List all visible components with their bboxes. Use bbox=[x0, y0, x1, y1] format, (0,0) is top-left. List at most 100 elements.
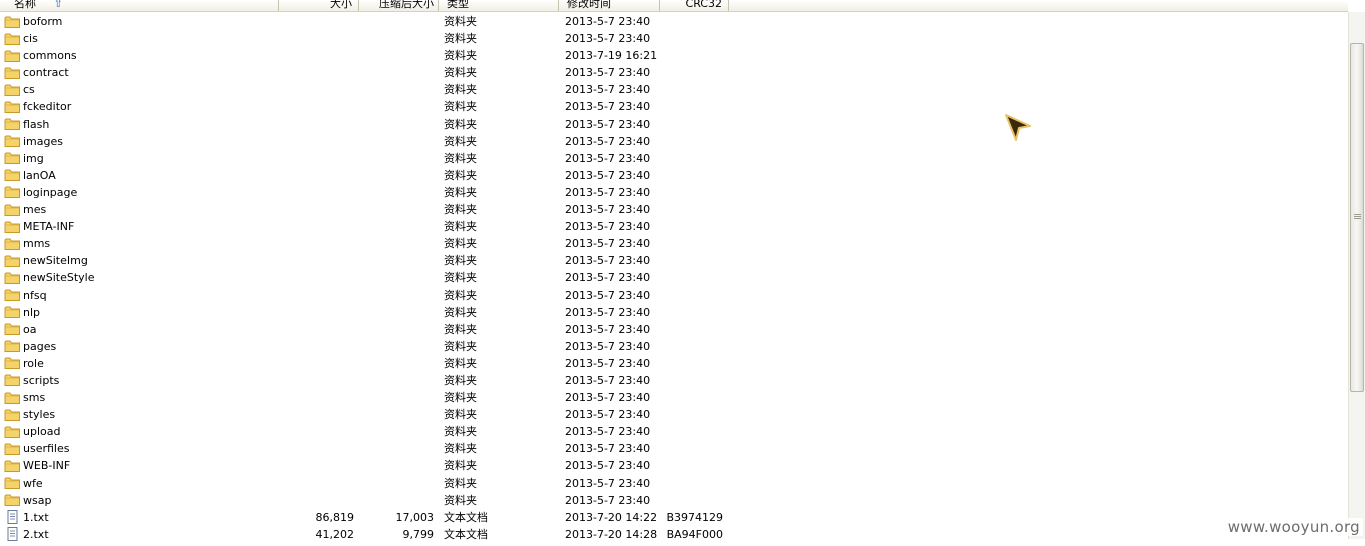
file-list-row[interactable]: images 资料夹 2013-5-7 23:40 bbox=[0, 133, 1348, 150]
row-name-cell: contract bbox=[4, 64, 69, 81]
row-name: pages bbox=[23, 339, 57, 353]
row-name: oa bbox=[23, 322, 37, 336]
column-header-size[interactable]: 大小 bbox=[279, 0, 359, 11]
file-list-row[interactable]: META-INF 资料夹 2013-5-7 23:40 bbox=[0, 218, 1348, 235]
file-list-row[interactable]: upload 资料夹 2013-5-7 23:40 bbox=[0, 423, 1348, 440]
file-list-row[interactable]: 1.txt 86,819 17,003 文本文档 2013-7-20 14:22 B397… bbox=[0, 509, 1348, 526]
file-list-row[interactable]: wsap 资料夹 2013-5-7 23:40 bbox=[0, 492, 1348, 509]
column-header-crc32[interactable]: CRC32 bbox=[660, 0, 729, 11]
row-type: 文本文档 bbox=[444, 527, 488, 541]
file-list-row[interactable]: WEB-INF 资料夹 2013-5-7 23:40 bbox=[0, 457, 1348, 474]
folder-icon bbox=[4, 373, 21, 387]
row-name: mms bbox=[23, 237, 51, 251]
file-list-row[interactable]: nfsq 资料夹 2013-5-7 23:40 bbox=[0, 287, 1348, 304]
row-name-cell: cs bbox=[4, 81, 35, 98]
row-name-cell: newSiteImg bbox=[4, 252, 88, 269]
column-header-modified[interactable]: 修改时间 bbox=[559, 0, 660, 11]
row-name: loginpage bbox=[23, 185, 78, 199]
row-modified: 2013-7-20 14:22 bbox=[565, 510, 658, 524]
row-name-cell: 1.txt bbox=[4, 509, 49, 526]
row-name-cell: oa bbox=[4, 321, 36, 338]
folder-icon bbox=[4, 408, 21, 422]
file-list-row[interactable]: newSiteImg 资料夹 2013-5-7 23:40 bbox=[0, 252, 1348, 269]
file-list-row[interactable]: nlp 资料夹 2013-5-7 23:40 bbox=[0, 304, 1348, 321]
row-modified: 2013-5-7 23:40 bbox=[565, 373, 651, 387]
file-list-row[interactable]: mes 资料夹 2013-5-7 23:40 bbox=[0, 201, 1348, 218]
folder-icon bbox=[4, 305, 21, 319]
folder-icon bbox=[4, 237, 21, 251]
row-modified: 2013-5-7 23:40 bbox=[565, 15, 651, 28]
row-modified: 2013-5-7 23:40 bbox=[565, 66, 651, 80]
row-name-cell: WEB-INF bbox=[4, 457, 70, 474]
folder-icon bbox=[4, 134, 21, 148]
file-list-row[interactable]: sms 资料夹 2013-5-7 23:40 bbox=[0, 389, 1348, 406]
row-name: cis bbox=[23, 32, 38, 46]
row-name-cell: newSiteStyle bbox=[4, 269, 94, 286]
sort-ascending-icon: ⇧ bbox=[53, 0, 63, 10]
file-list-row[interactable]: scripts 资料夹 2013-5-7 23:40 bbox=[0, 372, 1348, 389]
row-name-cell: nlp bbox=[4, 304, 40, 321]
column-header-type[interactable]: 类型 bbox=[439, 0, 559, 11]
row-name: 1.txt bbox=[23, 510, 49, 524]
file-list-row[interactable]: role 资料夹 2013-5-7 23:40 bbox=[0, 355, 1348, 372]
file-list-row[interactable]: contract 资料夹 2013-5-7 23:40 bbox=[0, 64, 1348, 81]
row-modified: 2013-5-7 23:40 bbox=[565, 408, 651, 422]
file-list-row[interactable]: boform 资料夹 2013-5-7 23:40 bbox=[0, 13, 1348, 30]
row-type: 资料夹 bbox=[444, 220, 477, 234]
file-list-row[interactable]: fckeditor 资料夹 2013-5-7 23:40 bbox=[0, 98, 1348, 115]
file-list-row[interactable]: commons 资料夹 2013-7-19 16:21 bbox=[0, 47, 1348, 64]
vertical-scrollbar[interactable] bbox=[1348, 12, 1365, 539]
file-list-row[interactable]: 2.txt 41,202 9,799 文本文档 2013-7-20 14:28 BA94F… bbox=[0, 526, 1348, 543]
text-file-icon bbox=[4, 510, 21, 525]
row-name: nlp bbox=[23, 305, 41, 319]
row-name: 2.txt bbox=[23, 527, 49, 541]
row-name: sms bbox=[23, 391, 46, 405]
row-type: 资料夹 bbox=[444, 32, 477, 46]
row-type: 资料夹 bbox=[444, 425, 477, 439]
row-name: fckeditor bbox=[23, 100, 72, 114]
row-name: newSiteStyle bbox=[23, 271, 95, 285]
file-list-row[interactable]: userfiles 资料夹 2013-5-7 23:40 bbox=[0, 440, 1348, 457]
folder-icon bbox=[4, 425, 21, 439]
file-list-row[interactable]: img 资料夹 2013-5-7 23:40 bbox=[0, 150, 1348, 167]
row-packed-size: 17,003 bbox=[395, 510, 435, 524]
folder-icon bbox=[4, 476, 21, 490]
row-name: META-INF bbox=[23, 220, 75, 234]
row-modified: 2013-7-20 14:28 bbox=[565, 527, 658, 541]
folder-icon bbox=[4, 185, 21, 199]
file-list-row[interactable]: styles 资料夹 2013-5-7 23:40 bbox=[0, 406, 1348, 423]
folder-icon bbox=[4, 288, 21, 302]
file-list-row[interactable]: newSiteStyle 资料夹 2013-5-7 23:40 bbox=[0, 269, 1348, 286]
folder-icon bbox=[4, 339, 21, 353]
row-modified: 2013-5-7 23:40 bbox=[565, 185, 651, 199]
row-type: 资料夹 bbox=[444, 100, 477, 114]
row-packed-size: 9,799 bbox=[402, 527, 435, 541]
row-modified: 2013-7-19 16:21 bbox=[565, 49, 658, 63]
row-type: 资料夹 bbox=[444, 15, 477, 28]
file-list-row[interactable]: flash 资料夹 2013-5-7 23:40 bbox=[0, 116, 1348, 133]
row-name: img bbox=[23, 151, 44, 165]
column-header-name[interactable]: 名称 ⇧ bbox=[0, 0, 279, 11]
file-list-row[interactable]: mms 资料夹 2013-5-7 23:40 bbox=[0, 235, 1348, 252]
file-list-row[interactable]: loginpage 资料夹 2013-5-7 23:40 bbox=[0, 184, 1348, 201]
row-name: wsap bbox=[23, 493, 52, 507]
folder-icon bbox=[4, 271, 21, 285]
row-type: 资料夹 bbox=[444, 254, 477, 268]
row-type: 资料夹 bbox=[444, 83, 477, 97]
row-type: 资料夹 bbox=[444, 134, 477, 148]
row-name: styles bbox=[23, 408, 56, 422]
folder-icon bbox=[4, 391, 21, 405]
row-name-cell: sms bbox=[4, 389, 45, 406]
file-list-row[interactable]: cis 资料夹 2013-5-7 23:40 bbox=[0, 30, 1348, 47]
file-list-row[interactable]: oa 资料夹 2013-5-7 23:40 bbox=[0, 321, 1348, 338]
scrollbar-thumb[interactable] bbox=[1350, 43, 1364, 392]
column-header-packed-size[interactable]: 压缩后大小 bbox=[359, 0, 439, 11]
row-modified: 2013-5-7 23:40 bbox=[565, 322, 651, 336]
folder-icon bbox=[4, 151, 21, 165]
row-type: 资料夹 bbox=[444, 391, 477, 405]
folder-icon bbox=[4, 49, 21, 63]
file-list-row[interactable]: pages 资料夹 2013-5-7 23:40 bbox=[0, 338, 1348, 355]
file-list-row[interactable]: lanOA 资料夹 2013-5-7 23:40 bbox=[0, 167, 1348, 184]
file-list-row[interactable]: wfe 资料夹 2013-5-7 23:40 bbox=[0, 475, 1348, 492]
file-list-row[interactable]: cs 资料夹 2013-5-7 23:40 bbox=[0, 81, 1348, 98]
